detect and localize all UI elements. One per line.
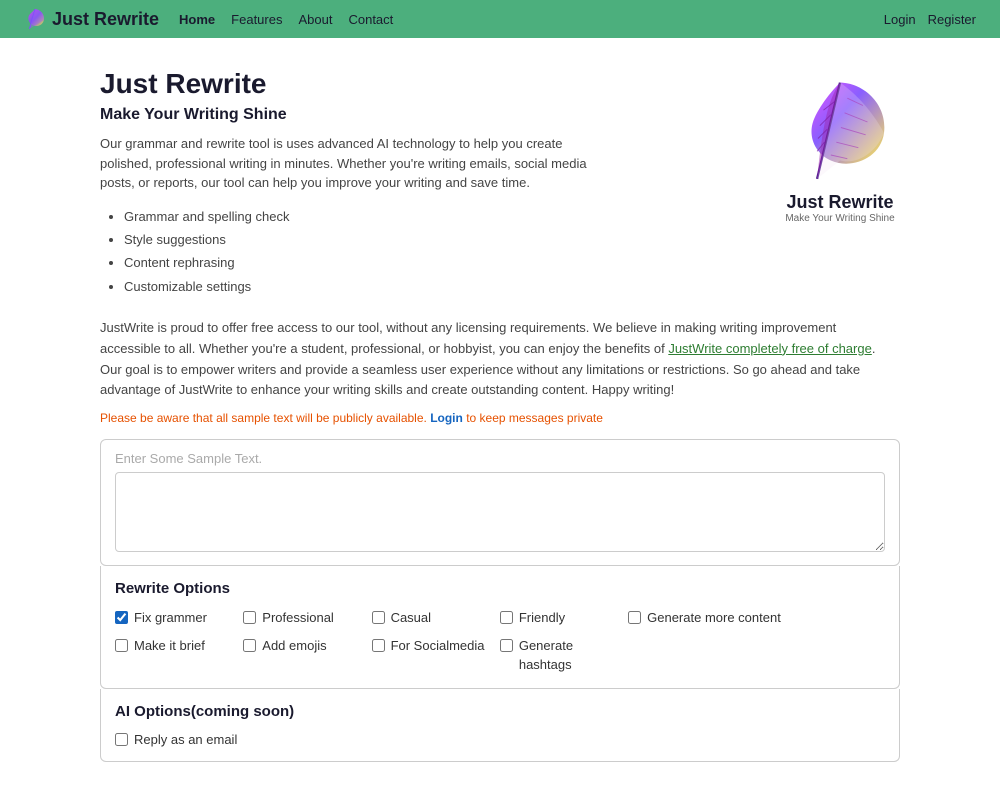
add-emojis-checkbox[interactable] [243, 639, 256, 652]
navbar-brand[interactable]: Just Rewrite [24, 8, 159, 30]
notice-text: Please be aware that all sample text wil… [100, 411, 900, 425]
nav-link-about[interactable]: About [298, 12, 332, 27]
notice-login-link[interactable]: Login [430, 411, 463, 425]
generate-hashtags-checkbox[interactable] [500, 639, 513, 652]
hero-logo-text: Just Rewrite [786, 192, 893, 213]
notice-before: Please be aware that all sample text wil… [100, 411, 427, 425]
feather-icon [24, 8, 46, 30]
hero-logo-sub: Make Your Writing Shine [785, 213, 894, 224]
friendly-label: Friendly [519, 609, 565, 627]
fix-grammer-checkbox[interactable] [115, 611, 128, 624]
hero-section: Just Rewrite Make Your Writing Shine Our… [100, 68, 900, 298]
nav-item-home[interactable]: Home [179, 11, 215, 27]
feature-2: Style suggestions [124, 228, 590, 251]
justwrite-link[interactable]: JustWrite completely free of charge [668, 341, 872, 356]
option-professional: Professional [243, 609, 371, 627]
add-emojis-label: Add emojis [262, 637, 326, 655]
feature-4: Customizable settings [124, 275, 590, 298]
for-socialmedia-label: For Socialmedia [391, 637, 485, 655]
sample-text-card: Enter Some Sample Text. [100, 439, 900, 566]
fix-grammer-label: Fix grammer [134, 609, 207, 627]
nav-register-link[interactable]: Register [928, 12, 976, 27]
casual-checkbox[interactable] [372, 611, 385, 624]
hero-subtitle: Make Your Writing Shine [100, 106, 590, 124]
casual-label: Casual [391, 609, 431, 627]
rewrite-options-title: Rewrite Options [115, 580, 885, 597]
option-casual: Casual [372, 609, 500, 627]
hero-title: Just Rewrite [100, 68, 590, 100]
make-brief-label: Make it brief [134, 637, 205, 655]
nav-item-contact[interactable]: Contact [348, 11, 393, 27]
hero-description: Our grammar and rewrite tool is uses adv… [100, 134, 590, 193]
reply-email-checkbox[interactable] [115, 733, 128, 746]
options-grid: Fix grammer Professional Casual Friendly… [115, 609, 885, 674]
feature-3: Content rephrasing [124, 251, 590, 274]
navbar-brand-title: Just Rewrite [52, 9, 159, 30]
textarea-placeholder: Enter Some Sample Text. [115, 451, 262, 466]
professional-checkbox[interactable] [243, 611, 256, 624]
hero-text: Just Rewrite Make Your Writing Shine Our… [100, 68, 590, 298]
main-content: Just Rewrite Make Your Writing Shine Our… [0, 38, 1000, 792]
info-paragraph: JustWrite is proud to offer free access … [100, 318, 900, 401]
navbar-nav: Home Features About Contact [179, 11, 393, 27]
feature-1: Grammar and spelling check [124, 205, 590, 228]
nav-link-home[interactable]: Home [179, 12, 215, 27]
nav-link-contact[interactable]: Contact [348, 12, 393, 27]
nav-item-features[interactable]: Features [231, 11, 282, 27]
generate-more-label: Generate more content [647, 609, 781, 627]
nav-link-features[interactable]: Features [231, 12, 282, 27]
make-brief-checkbox[interactable] [115, 639, 128, 652]
generate-more-checkbox[interactable] [628, 611, 641, 624]
navbar-right: Login Register [884, 12, 976, 27]
ai-option-reply-email: Reply as an email [115, 732, 885, 747]
notice-after: to keep messages private [466, 411, 603, 425]
nav-item-about[interactable]: About [298, 11, 332, 27]
friendly-checkbox[interactable] [500, 611, 513, 624]
for-socialmedia-checkbox[interactable] [372, 639, 385, 652]
option-fix-grammer: Fix grammer [115, 609, 243, 627]
option-make-it-brief: Make it brief [115, 637, 243, 673]
option-friendly: Friendly [500, 609, 628, 627]
rewrite-options-section: Rewrite Options Fix grammer Professional… [100, 566, 900, 689]
navbar: Just Rewrite Home Features About Contact… [0, 0, 1000, 38]
professional-label: Professional [262, 609, 334, 627]
option-generate-more: Generate more content [628, 609, 782, 627]
option-add-emojis: Add emojis [243, 637, 371, 673]
hero-logo: Just Rewrite Make Your Writing Shine [780, 78, 900, 224]
generate-hashtags-label: Generate hashtags [519, 637, 628, 673]
hero-features: Grammar and spelling check Style suggest… [100, 205, 590, 299]
ai-options-title: AI Options(coming soon) [115, 703, 885, 720]
reply-email-label: Reply as an email [134, 732, 237, 747]
nav-login-link[interactable]: Login [884, 12, 916, 27]
sample-text-input[interactable] [115, 472, 885, 552]
hero-feather-icon [780, 78, 900, 188]
option-for-socialmedia: For Socialmedia [372, 637, 500, 673]
option-generate-hashtags: Generate hashtags [500, 637, 628, 673]
ai-options-section: AI Options(coming soon) Reply as an emai… [100, 689, 900, 762]
